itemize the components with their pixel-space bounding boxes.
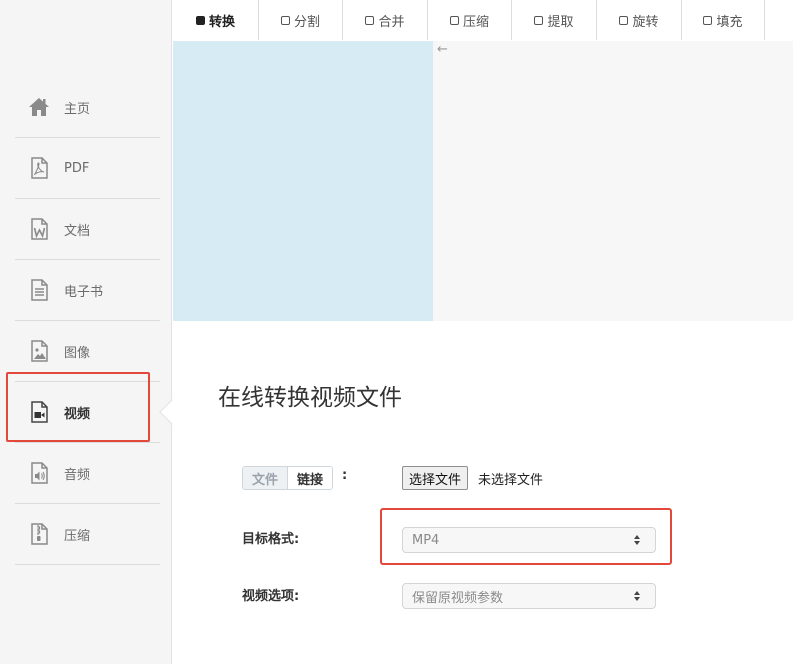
checkbox-icon (365, 15, 375, 25)
sidebar-item-label: 电子书 (64, 284, 104, 300)
arrow-left-icon[interactable]: ← (437, 42, 448, 58)
source-link-button[interactable]: 链接 (288, 467, 333, 489)
tab-convert[interactable]: 转换 (173, 0, 259, 40)
select-value: 保留原视频参数 (412, 590, 504, 606)
video-options-label: 视频选项: (242, 589, 300, 604)
tab-extract[interactable]: 提取 (512, 0, 597, 40)
sidebar-item-archive[interactable]: 压缩 (15, 504, 160, 565)
target-format-label: 目标格式: (242, 532, 300, 547)
home-icon (27, 95, 51, 119)
sidebar-item-label: PDF (64, 160, 90, 176)
sidebar-item-home[interactable]: 主页 (15, 77, 160, 138)
checkbox-checked-icon (195, 15, 205, 25)
checkbox-icon (534, 15, 544, 25)
sidebar-item-document[interactable]: 文档 (15, 199, 160, 260)
operation-tabs: 转换 分割 合并 压缩 提取 旋转 填充 (173, 0, 765, 40)
tab-fill[interactable]: 填充 (682, 0, 765, 40)
pdf-file-icon (27, 156, 51, 180)
tab-label: 分割 (293, 14, 320, 30)
file-status-text: 未选择文件 (478, 473, 544, 488)
word-file-icon (27, 217, 51, 241)
select-value: MP4 (412, 532, 440, 548)
sidebar-item-label: 主页 (64, 101, 91, 117)
sidebar-item-label: 视频 (64, 406, 91, 422)
sidebar-item-video[interactable]: 视频 (15, 382, 160, 443)
sidebar-item-label: 音频 (64, 467, 91, 483)
tab-label: 压缩 (462, 14, 489, 30)
choose-file-button[interactable]: 选择文件 (402, 466, 469, 490)
sidebar: 主页 PDF 文档 电子书 图像 视频 音频 压缩 (0, 0, 172, 664)
sidebar-item-audio[interactable]: 音频 (15, 443, 160, 504)
video-options-select[interactable]: 保留原视频参数 (402, 583, 656, 609)
select-caret-icon (633, 533, 641, 547)
sidebar-item-ebook[interactable]: 电子书 (15, 260, 160, 321)
sidebar-item-label: 图像 (64, 345, 91, 361)
tab-label: 合并 (378, 14, 405, 30)
image-file-icon (27, 339, 51, 363)
audio-file-icon (27, 461, 51, 485)
source-colon: : (342, 468, 348, 483)
sidebar-nav: 主页 PDF 文档 电子书 图像 视频 音频 压缩 (15, 77, 160, 565)
select-caret-icon (633, 589, 641, 603)
sidebar-item-pdf[interactable]: PDF (15, 138, 160, 199)
target-format-select[interactable]: MP4 (402, 527, 656, 553)
video-file-icon (27, 400, 51, 424)
source-file-button[interactable]: 文件 (243, 467, 289, 489)
checkbox-icon (280, 15, 290, 25)
page-title: 在线转换视频文件 (218, 385, 402, 411)
tab-split[interactable]: 分割 (259, 0, 343, 40)
checkbox-icon (619, 15, 629, 25)
sidebar-item-label: 压缩 (64, 528, 91, 544)
checkbox-icon (449, 15, 459, 25)
tab-label: 转换 (208, 14, 235, 30)
ebook-file-icon (27, 278, 51, 302)
sidebar-item-image[interactable]: 图像 (15, 321, 160, 382)
source-type-toggle: 文件 链接 (242, 466, 334, 490)
archive-file-icon (27, 522, 51, 546)
checkbox-icon (703, 15, 713, 25)
tab-label: 提取 (547, 14, 574, 30)
tab-label: 旋转 (632, 14, 659, 30)
banner-image-placeholder (173, 41, 433, 321)
tab-merge[interactable]: 合并 (343, 0, 428, 40)
tab-label: 填充 (716, 14, 743, 30)
banner-area (433, 41, 793, 321)
tab-compress[interactable]: 压缩 (428, 0, 512, 40)
sidebar-item-label: 文档 (64, 223, 91, 239)
tab-rotate[interactable]: 旋转 (597, 0, 682, 40)
